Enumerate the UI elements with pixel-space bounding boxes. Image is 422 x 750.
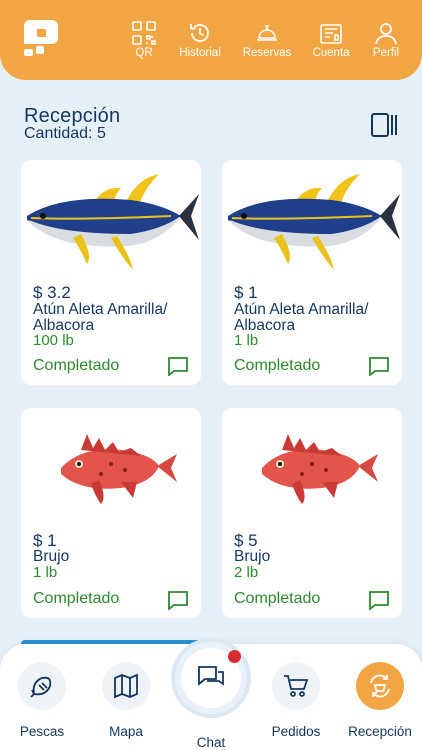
card-status: Completado: [234, 590, 321, 607]
chat-bubble-icon[interactable]: [368, 590, 390, 610]
nav-historial-label: Historial: [179, 47, 221, 59]
chat-fab-button[interactable]: [171, 638, 251, 718]
item-count: Cantidad: 5: [24, 125, 106, 142]
tab-pedidos[interactable]: Pedidos: [256, 662, 336, 739]
profile-icon: [375, 23, 397, 45]
nav-historial[interactable]: Historial: [170, 20, 230, 64]
card-fish-name: Brujo: [33, 548, 70, 565]
nav-perfil-label: Perfil: [372, 47, 400, 59]
card-fish-name: Atún Aleta Amarilla/ Albacora: [234, 301, 369, 334]
nav-reservas-label: Reservas: [242, 47, 292, 59]
card-quantity: 100 lb: [33, 332, 74, 349]
reception-card[interactable]: $ 3.2 Atún Aleta Amarilla/ Albacora 100 …: [21, 160, 201, 385]
qr-icon: [132, 21, 156, 45]
tab-recepcion-circle: [356, 662, 404, 710]
reception-card[interactable]: $ 1 Atún Aleta Amarilla/ Albacora 1 lb C…: [222, 160, 402, 385]
reception-card[interactable]: $ 1 Brujo 1 lb Completado: [21, 408, 201, 618]
card-fish-name: Atún Aleta Amarilla/ Albacora: [33, 301, 168, 334]
card-quantity: 1 lb: [234, 332, 259, 349]
card-price: $ 3.2: [33, 283, 71, 302]
tab-chat-label: Chat: [196, 735, 226, 750]
card-status: Completado: [33, 357, 120, 374]
nav-qr[interactable]: QR: [114, 20, 174, 64]
tab-pescas-label: Pescas: [19, 724, 65, 739]
tab-recepcion-label: Recepción: [348, 724, 412, 739]
tuna-fish-image: [228, 174, 400, 270]
card-status: Completado: [33, 590, 120, 607]
tab-pescas-circle: [18, 662, 66, 710]
tab-mapa-label: Mapa: [109, 724, 143, 739]
fish-icon: [30, 676, 52, 698]
reception-card[interactable]: $ 5 Brujo 2 lb Completado: [222, 408, 402, 618]
tab-mapa[interactable]: Mapa: [86, 662, 166, 739]
basket-sync-icon: [370, 674, 390, 698]
scorpionfish-image: [262, 434, 378, 504]
card-price: $ 1: [234, 283, 258, 302]
tab-pedidos-label: Pedidos: [271, 724, 321, 739]
tab-pescas[interactable]: Pescas: [2, 662, 82, 739]
card-quantity: 1 lb: [33, 564, 58, 581]
chat-bubble-icon[interactable]: [368, 356, 390, 376]
nav-qr-label: QR: [135, 47, 153, 59]
chat-icon: [198, 666, 224, 686]
card-status: Completado: [234, 357, 321, 374]
card-quantity: 2 lb: [234, 564, 259, 581]
chat-bubble-icon[interactable]: [167, 356, 189, 376]
tab-pedidos-circle: [272, 662, 320, 710]
chat-bubble-icon[interactable]: [167, 590, 189, 610]
top-header: QR Historial Reservas Cuenta Perfil: [0, 0, 422, 80]
tab-recepcion[interactable]: Recepción: [340, 662, 420, 739]
app-logo-icon[interactable]: [20, 18, 62, 60]
cart-icon: [284, 675, 309, 697]
nav-cuenta-label: Cuenta: [312, 47, 350, 59]
history-icon: [190, 24, 209, 42]
nav-reservas[interactable]: Reservas: [237, 20, 297, 64]
tuna-fish-image: [27, 174, 199, 270]
nav-cuenta[interactable]: Cuenta: [301, 20, 361, 64]
cloche-icon: [257, 25, 277, 41]
notification-dot: [228, 650, 241, 663]
account-icon: [320, 24, 342, 44]
tab-mapa-circle: [102, 662, 150, 710]
card-fish-name: Brujo: [234, 548, 271, 565]
scorpionfish-image: [61, 434, 177, 504]
map-icon: [114, 673, 138, 699]
nav-perfil[interactable]: Perfil: [356, 20, 416, 64]
view-toggle-icon[interactable]: [370, 112, 398, 138]
